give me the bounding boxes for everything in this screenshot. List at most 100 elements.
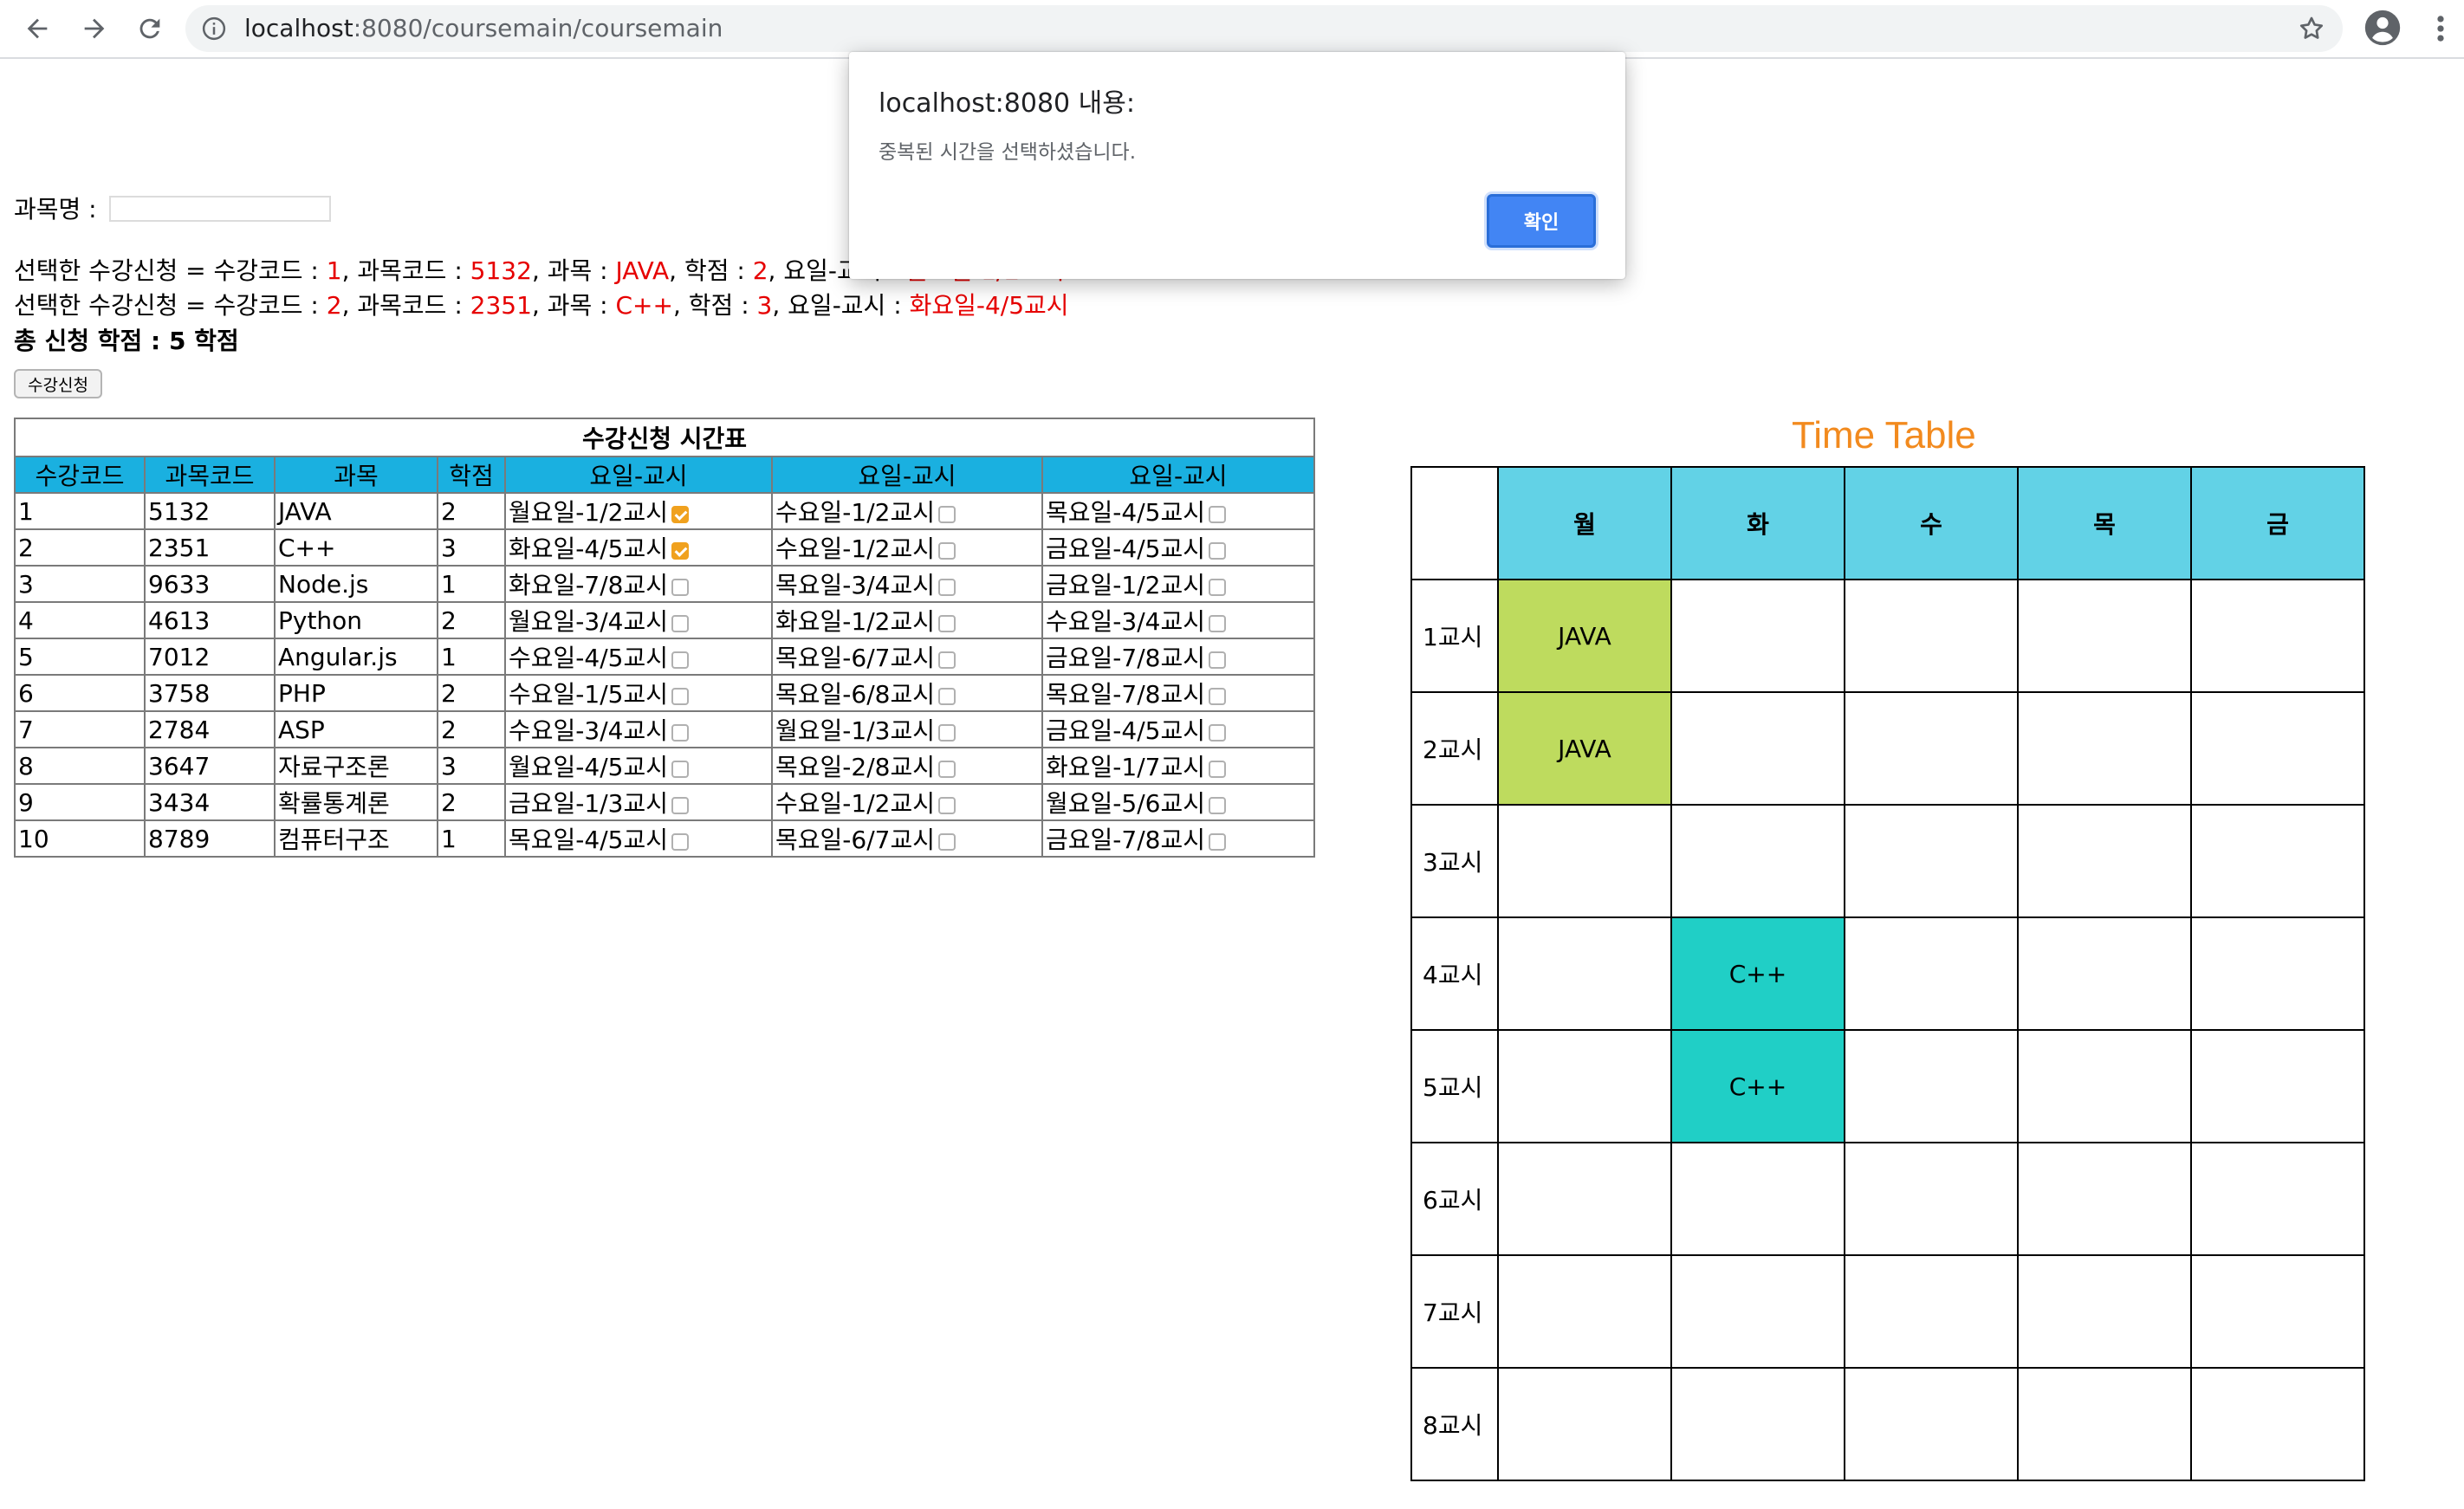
time-option-checkbox[interactable]	[937, 724, 956, 742]
time-option-checkbox[interactable]	[937, 542, 956, 560]
course-table-header: 수강코드 과목코드 과목 학점 요일-교시 요일-교시 요일-교시	[14, 456, 1315, 494]
column-header: 학점	[437, 456, 506, 494]
timetable-corner	[1410, 466, 1499, 580]
table-row: 8 3647 자료구조론 3 월요일-4/5교시 목요일-2/8교시 화요일-1/7교시	[14, 747, 1315, 785]
time-option-checkbox[interactable]	[1208, 688, 1226, 705]
time-option-checkbox[interactable]	[937, 761, 956, 778]
time-option-checkbox[interactable]	[1208, 506, 1226, 523]
info-icon[interactable]	[201, 16, 227, 42]
timetable-cell	[1844, 1029, 2019, 1143]
time-option-label: 월요일-1/3교시	[775, 716, 935, 745]
forward-button[interactable]	[73, 7, 116, 50]
search-label: 과목명 :	[14, 195, 97, 223]
cell-time-option: 화요일-7/8교시	[504, 565, 773, 603]
time-option-checkbox[interactable]	[1208, 724, 1226, 742]
address-bar[interactable]: localhost:8080/coursemain/coursemain	[185, 5, 2343, 52]
time-option-checkbox[interactable]	[671, 724, 689, 742]
cell-subject: 확률통계론	[274, 783, 438, 821]
timetable-cell	[2017, 579, 2192, 693]
time-option-checkbox[interactable]	[671, 651, 689, 669]
selected-time-label: , 요일-교시 :	[772, 291, 910, 320]
period-label: 2교시	[1410, 691, 1499, 806]
time-option-checkbox[interactable]	[671, 797, 689, 814]
url-path: :8080/coursemain/coursemain	[353, 14, 723, 42]
timetable-cell	[1844, 1367, 2019, 1481]
timetable-cell: JAVA	[1497, 691, 1672, 806]
timetable-cell	[2190, 1367, 2365, 1481]
cell-time-option: 월요일-4/5교시	[504, 747, 773, 785]
dialog-ok-button[interactable]: 확인	[1487, 194, 1596, 248]
timetable-cell	[2190, 1254, 2365, 1369]
time-option-label: 수요일-4/5교시	[509, 644, 668, 672]
timetable-cell	[1497, 1367, 1672, 1481]
time-option-label: 금요일-7/8교시	[1046, 826, 1205, 854]
search-row: 과목명 :	[14, 192, 331, 227]
timetable-row: 1교시 JAVA	[1410, 579, 2365, 693]
period-label: 4교시	[1410, 916, 1499, 1031]
cell-code: 8	[14, 747, 146, 785]
time-option-label: 화요일-1/7교시	[1046, 753, 1205, 781]
more-vert-icon[interactable]	[2426, 12, 2455, 45]
time-option-checkbox[interactable]	[937, 506, 956, 523]
cell-time-option: 금요일-7/8교시	[1041, 638, 1315, 676]
cell-subject: ASP	[274, 710, 438, 748]
subject-search-input[interactable]	[109, 196, 331, 222]
selected-code: 2	[326, 291, 342, 320]
time-option-checkbox[interactable]	[671, 506, 689, 523]
reload-button[interactable]	[128, 7, 172, 50]
selected-subject-code: 2351	[470, 291, 532, 320]
time-option-label: 월요일-1/2교시	[509, 498, 668, 527]
time-option-checkbox[interactable]	[671, 542, 689, 560]
time-option-label: 금요일-4/5교시	[1046, 716, 1205, 745]
cell-time-option: 목요일-4/5교시	[1041, 492, 1315, 530]
time-option-checkbox[interactable]	[1208, 542, 1226, 560]
cell-time-option: 목요일-2/8교시	[771, 747, 1043, 785]
time-option-checkbox[interactable]	[671, 833, 689, 851]
selected-credit-label: , 학점 :	[669, 256, 753, 285]
cell-credit: 2	[437, 601, 506, 639]
time-option-checkbox[interactable]	[1208, 833, 1226, 851]
timetable-cell: C++	[1670, 916, 1845, 1031]
time-option-checkbox[interactable]	[937, 651, 956, 669]
time-option-checkbox[interactable]	[1208, 761, 1226, 778]
time-option-checkbox[interactable]	[671, 688, 689, 705]
timetable-cell	[1497, 804, 1672, 918]
time-option-checkbox[interactable]	[1208, 615, 1226, 632]
timetable-cell	[2017, 1142, 2192, 1256]
cell-time-option: 수요일-1/2교시	[771, 492, 1043, 530]
course-apply-button[interactable]: 수강신청	[14, 369, 102, 398]
time-option-checkbox[interactable]	[1208, 579, 1226, 596]
cell-credit: 2	[437, 674, 506, 712]
time-option-label: 화요일-4/5교시	[509, 534, 668, 563]
cell-credit: 2	[437, 492, 506, 530]
back-button[interactable]	[16, 7, 59, 50]
weekly-timetable: 월 화 수 목 금 1교시 JAVA 2교시 JAVA 3교시 4교시 C++ 5교시 C++ 6…	[1410, 466, 2365, 1481]
time-option-label: 목요일-6/8교시	[775, 680, 935, 709]
time-option-checkbox[interactable]	[671, 761, 689, 778]
cell-credit: 3	[437, 747, 506, 785]
timetable-cell: C++	[1670, 1029, 1845, 1143]
timetable-cell	[2017, 916, 2192, 1031]
time-option-checkbox[interactable]	[671, 615, 689, 632]
cell-time-option: 수요일-3/4교시	[1041, 601, 1315, 639]
timetable-cell	[2017, 1029, 2192, 1143]
table-row: 3 9633 Node.js 1 화요일-7/8교시 목요일-3/4교시 금요일-1/2교시	[14, 565, 1315, 603]
time-option-checkbox[interactable]	[937, 833, 956, 851]
url-text[interactable]: localhost:8080/coursemain/coursemain	[244, 14, 723, 43]
cell-time-option: 수요일-1/5교시	[504, 674, 773, 712]
time-option-checkbox[interactable]	[937, 579, 956, 596]
timetable-cell	[2190, 916, 2365, 1031]
cell-code: 9	[14, 783, 146, 821]
time-option-checkbox[interactable]	[671, 579, 689, 596]
star-icon[interactable]	[2298, 15, 2325, 42]
time-option-checkbox[interactable]	[1208, 651, 1226, 669]
cell-credit: 2	[437, 783, 506, 821]
time-option-checkbox[interactable]	[1208, 797, 1226, 814]
time-option-checkbox[interactable]	[937, 615, 956, 632]
timetable-cell	[1844, 579, 2019, 693]
account-icon[interactable]	[2363, 9, 2402, 47]
timetable-cell	[1497, 1254, 1672, 1369]
course-table-caption: 수강신청 시간표	[14, 418, 1315, 457]
time-option-checkbox[interactable]	[937, 797, 956, 814]
time-option-checkbox[interactable]	[937, 688, 956, 705]
